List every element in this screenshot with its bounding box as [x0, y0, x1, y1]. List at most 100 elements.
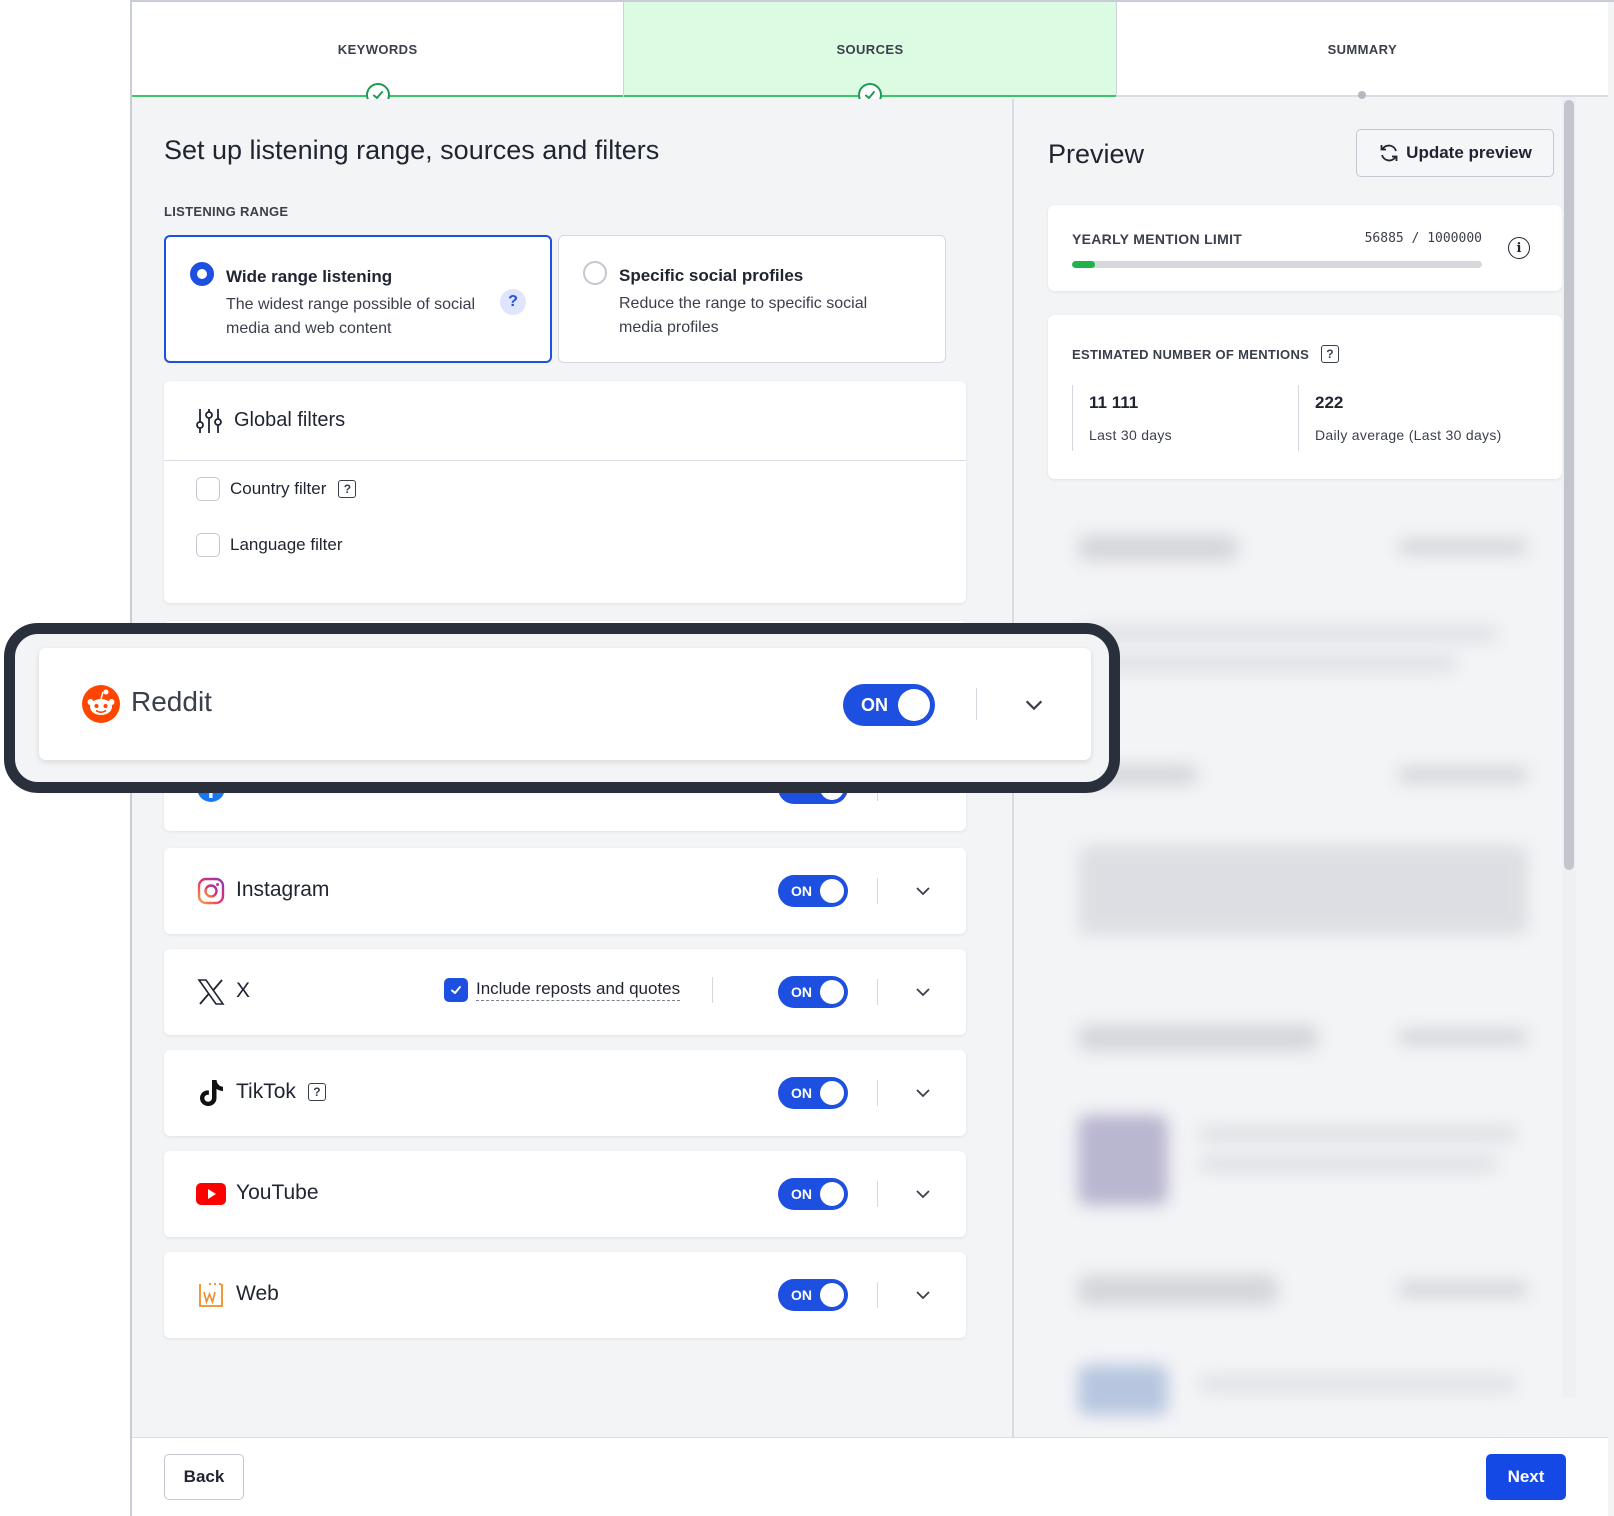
range-option-title: Wide range listening: [226, 267, 393, 286]
youtube-icon: [196, 1179, 226, 1209]
chevron-down-icon[interactable]: [914, 1286, 932, 1304]
mention-limit-fill: [1072, 261, 1096, 268]
tiktok-toggle[interactable]: ON: [778, 1077, 848, 1109]
include-reposts-checkbox[interactable]: [444, 978, 468, 1002]
stat-value: 11 111: [1089, 393, 1139, 412]
chevron-down-icon[interactable]: [914, 1084, 932, 1102]
include-reposts-label: Include reposts and quotes: [476, 979, 681, 1001]
global-filters-header: Global filters: [164, 381, 966, 461]
country-filter-checkbox[interactable]: [196, 477, 220, 501]
source-name: Reddit: [131, 686, 212, 717]
divider: [877, 1080, 878, 1106]
country-filter-row[interactable]: Country filter ?: [164, 461, 966, 517]
divider: [877, 979, 878, 1005]
reddit-icon: [81, 684, 121, 724]
range-option-description: Reduce the range to specific social medi…: [619, 295, 868, 336]
mention-limit-bar: [1072, 261, 1482, 268]
stepper: KEYWORDS SOURCES SUMMARY: [132, 2, 1608, 107]
language-filter-label: Language filter: [230, 535, 343, 554]
country-filter-label: Country filter: [230, 479, 327, 498]
blurred-preview-results: [1048, 495, 1562, 1435]
chevron-down-icon[interactable]: [1023, 694, 1045, 716]
step-label: SUMMARY: [1327, 42, 1398, 57]
toggle-knob: [820, 980, 844, 1004]
estimated-mentions-label: ESTIMATED NUMBER OF MENTIONS?: [1072, 345, 1340, 363]
chevron-down-icon[interactable]: [914, 882, 932, 900]
preview-title: Preview: [1048, 139, 1145, 169]
step-sources[interactable]: SOURCES: [623, 2, 1117, 107]
chevron-down-icon[interactable]: [914, 1185, 932, 1203]
source-name: YouTube: [236, 1181, 319, 1204]
refresh-icon: [1380, 144, 1398, 162]
listening-range-label: LISTENING RANGE: [164, 204, 289, 219]
sliders-icon: [196, 408, 222, 433]
source-name: TikTok?: [236, 1080, 326, 1104]
global-filters-card: Global filters Country filter ? Language…: [164, 381, 966, 603]
back-button[interactable]: Back: [164, 1454, 244, 1500]
source-card-x: X Include reposts and quotes ON: [164, 949, 966, 1035]
source-card-instagram: Instagram ON: [164, 848, 966, 934]
range-option-specific[interactable]: Specific social profiles Reduce the rang…: [558, 235, 946, 363]
estimated-mentions-card: ESTIMATED NUMBER OF MENTIONS? 11 111 Las…: [1048, 315, 1562, 479]
toggle-label: ON: [791, 1085, 812, 1101]
source-name: Instagram: [236, 878, 330, 901]
divider: [976, 688, 977, 720]
stat-caption: Daily average (Last 30 days): [1315, 427, 1502, 443]
toggle-label: ON: [791, 984, 812, 1000]
stat-value: 222: [1315, 393, 1344, 412]
divider: [712, 977, 714, 1003]
page-title: Set up listening range, sources and filt…: [164, 135, 660, 165]
range-option-description: The widest range possible of social medi…: [226, 296, 476, 337]
help-icon[interactable]: ?: [307, 1083, 326, 1101]
mention-limit-card: YEARLY MENTION LIMIT 56885 / 1000000 i: [1048, 205, 1562, 291]
scrollbar-thumb[interactable]: [1564, 100, 1574, 870]
toggle-label: ON: [791, 1186, 812, 1202]
stat-caption: Last 30 days: [1089, 427, 1172, 443]
toggle-knob: [820, 879, 844, 903]
language-filter-row[interactable]: Language filter: [164, 517, 966, 573]
toggle-knob: [820, 1182, 844, 1206]
wizard-footer: Back Next: [132, 1437, 1608, 1516]
step-keywords[interactable]: KEYWORDS: [132, 2, 624, 107]
range-option-wide[interactable]: Wide range listening The widest range po…: [164, 235, 552, 363]
youtube-toggle[interactable]: ON: [778, 1178, 848, 1210]
instagram-icon: [196, 876, 226, 906]
update-preview-button[interactable]: Update preview: [1356, 129, 1554, 177]
radio-unselected[interactable]: [583, 261, 607, 285]
stat-daily-average: 222 Daily average (Last 30 days): [1298, 385, 1538, 451]
source-card-tiktok: TikTok? ON: [164, 1050, 966, 1136]
help-icon[interactable]: ?: [338, 480, 357, 498]
x-logo-icon: [196, 977, 226, 1007]
update-preview-label: Update preview: [1406, 143, 1532, 162]
toggle-knob: [898, 689, 930, 721]
stat-last-30-days: 11 111 Last 30 days: [1072, 385, 1296, 451]
info-icon[interactable]: i: [1508, 237, 1530, 259]
toggle-knob: [820, 1081, 844, 1105]
reddit-toggle[interactable]: ON: [843, 684, 935, 726]
chevron-down-icon[interactable]: [914, 983, 932, 1001]
divider: [877, 1181, 878, 1207]
web-toggle[interactable]: ON: [778, 1279, 848, 1311]
mention-limit-value: 56885 / 1000000: [1364, 231, 1482, 246]
toggle-label: ON: [861, 694, 888, 715]
radio-selected[interactable]: [190, 262, 214, 286]
divider: [877, 878, 878, 904]
help-icon[interactable]: ?: [1321, 345, 1340, 363]
language-filter-checkbox[interactable]: [196, 533, 220, 557]
next-button[interactable]: Next: [1486, 1454, 1566, 1500]
step-label: KEYWORDS: [337, 42, 418, 57]
step-summary[interactable]: SUMMARY: [1117, 2, 1608, 99]
mention-limit-label: YEARLY MENTION LIMIT: [1072, 231, 1243, 247]
source-card-youtube: YouTube ON: [164, 1151, 966, 1237]
source-name-text: TikTok: [236, 1080, 296, 1103]
reddit-highlight-callout: Reddit ON: [4, 623, 1120, 793]
include-reposts-option[interactable]: Include reposts and quotes: [444, 977, 714, 1003]
tiktok-icon: [196, 1078, 226, 1108]
help-icon[interactable]: ?: [500, 289, 526, 315]
range-option-title: Specific social profiles: [619, 266, 804, 285]
source-card-reddit-zoomed: Reddit ON: [39, 648, 1091, 760]
x-toggle[interactable]: ON: [778, 976, 848, 1008]
divider: [877, 1282, 878, 1308]
source-name: Web: [236, 1282, 279, 1305]
instagram-toggle[interactable]: ON: [778, 875, 848, 907]
